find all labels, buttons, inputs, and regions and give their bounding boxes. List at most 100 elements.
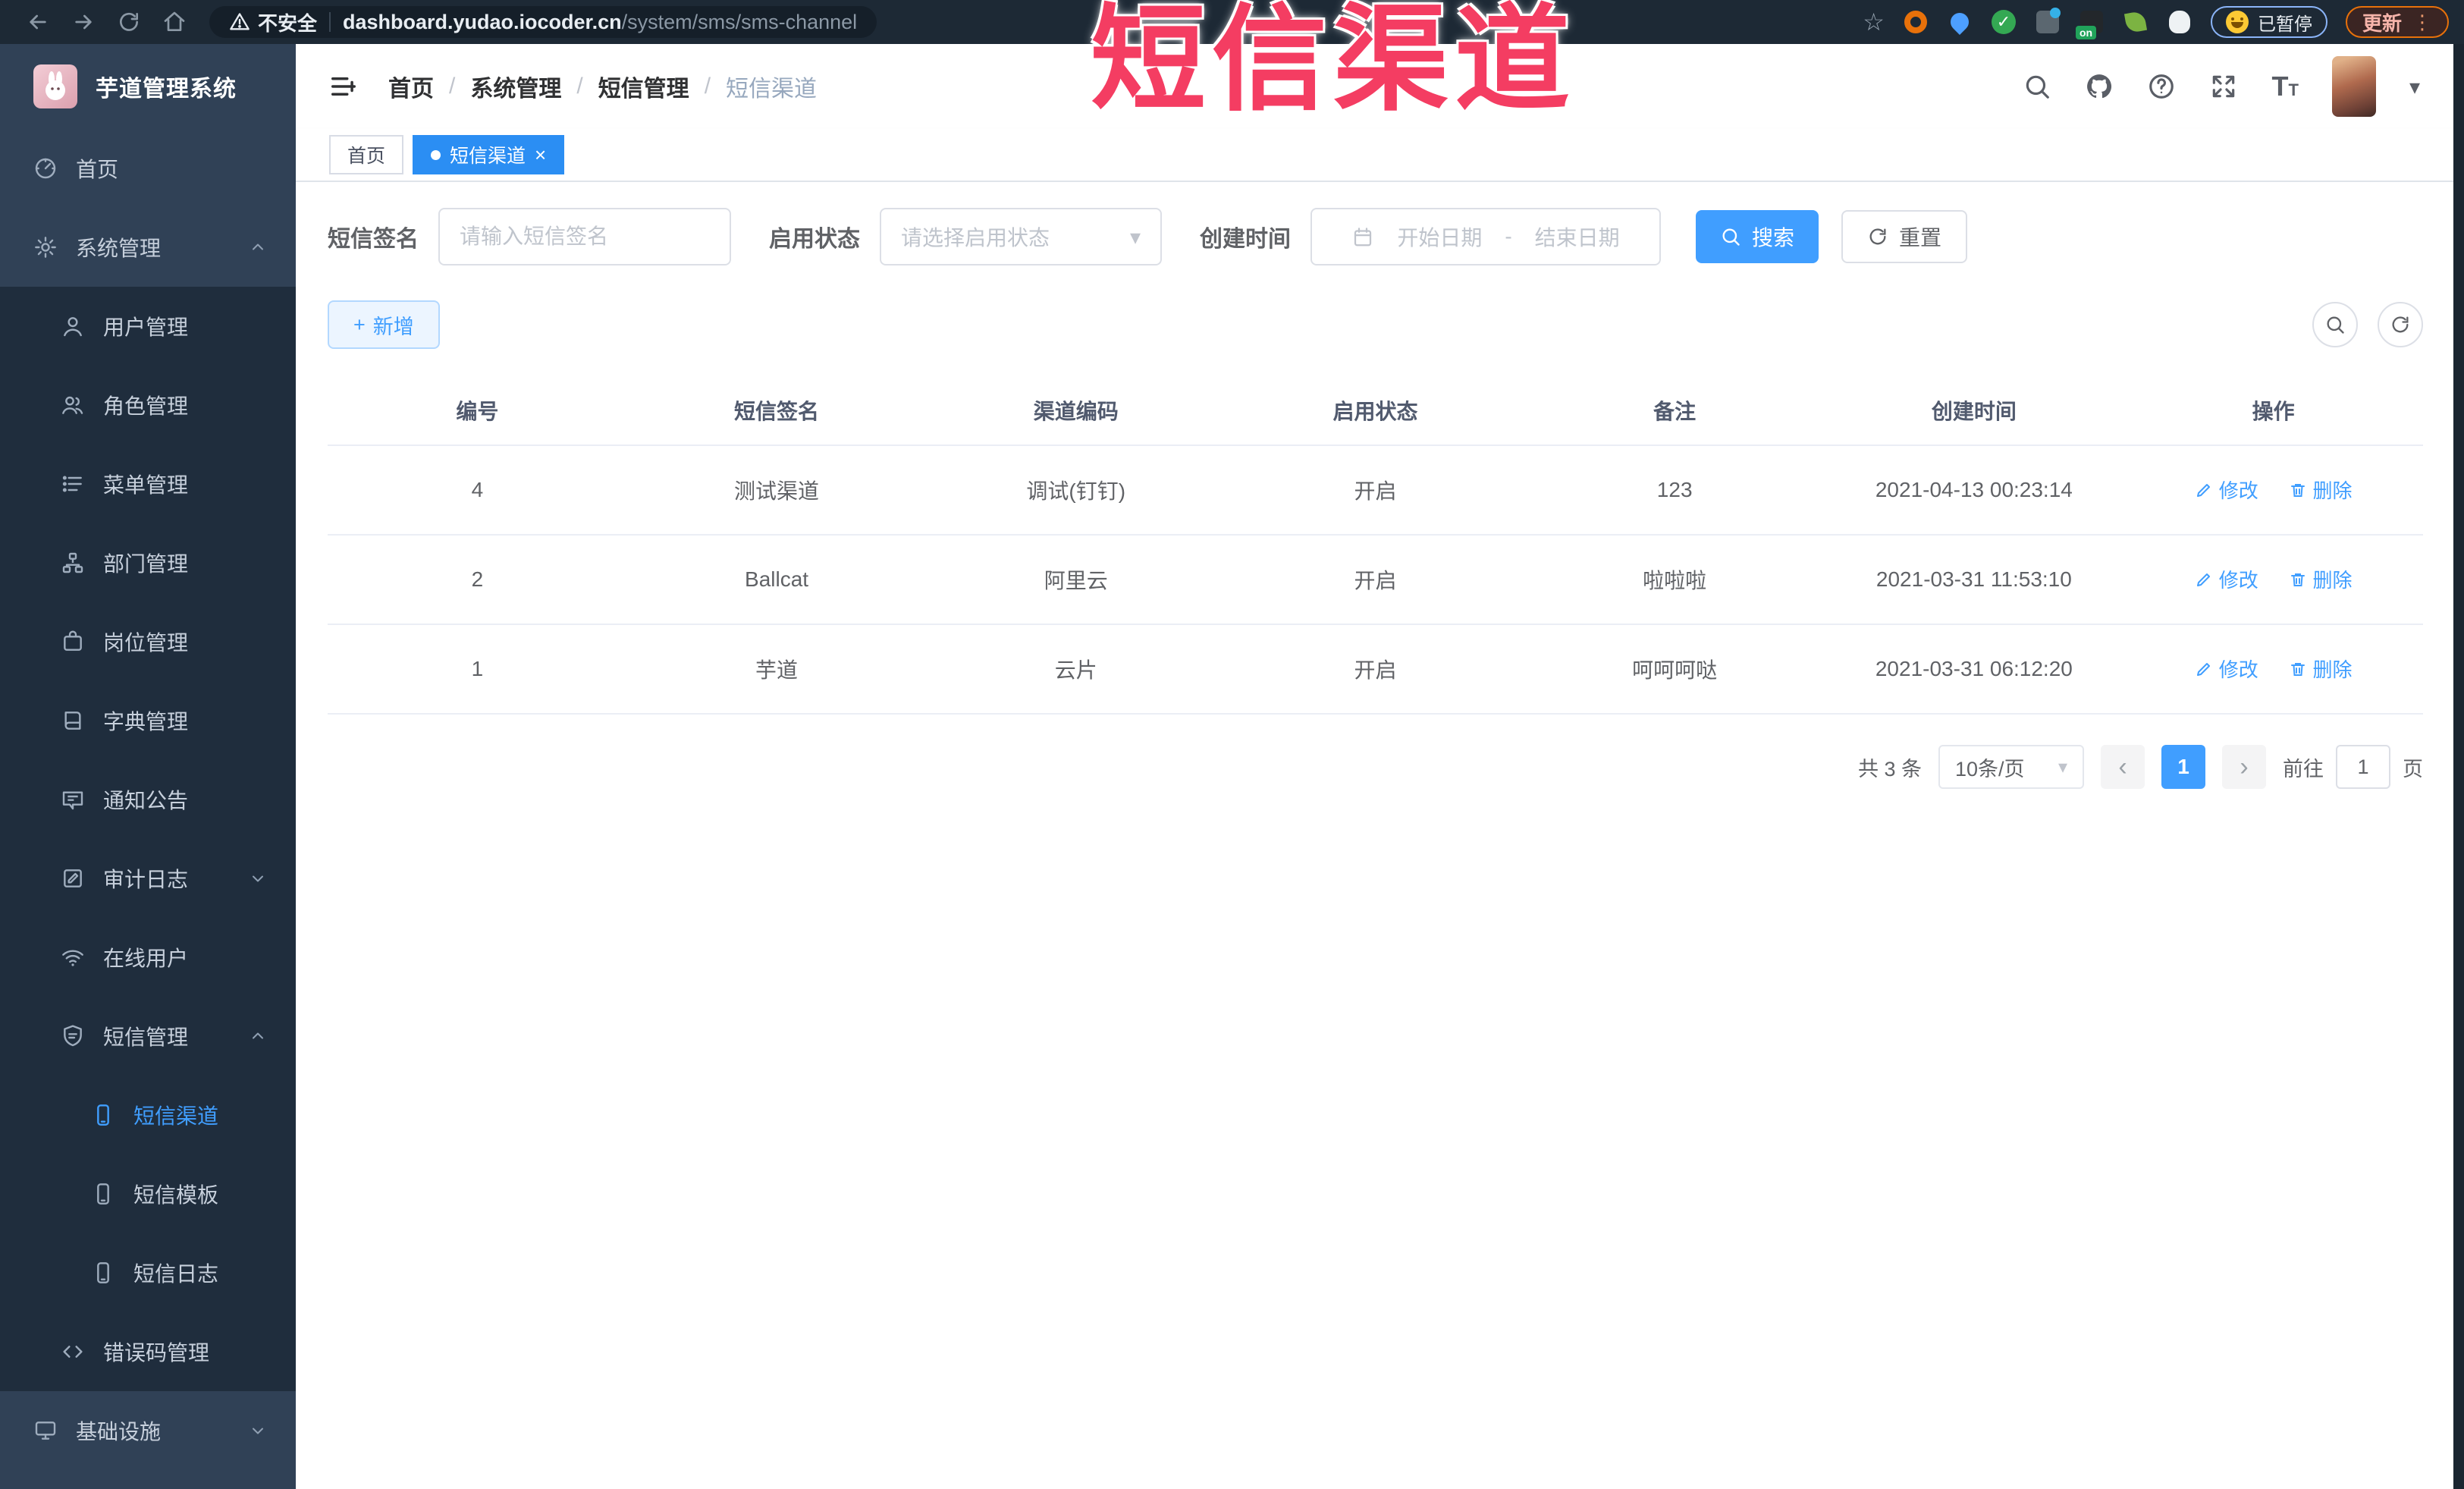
sidebar-item-departments[interactable]: 部门管理 xyxy=(0,523,296,602)
goto-label: 前往 xyxy=(2283,757,2324,781)
extension-green-check-icon[interactable]: ✓ xyxy=(1991,9,2017,35)
extension-blue-pin-icon[interactable] xyxy=(1947,9,1973,35)
breadcrumb-sms[interactable]: 短信管理 xyxy=(598,70,689,103)
sidebar-item-dictionary[interactable]: 字典管理 xyxy=(0,681,296,760)
address-bar[interactable]: 不安全 dashboard.yudao.iocoder.cn/system/sm… xyxy=(209,6,877,38)
tag-home[interactable]: 首页 xyxy=(329,135,404,174)
sidebar-item-home[interactable]: 首页 xyxy=(0,129,296,208)
search-button[interactable]: 搜索 xyxy=(1696,210,1819,263)
cell-code: 调试(钉钉) xyxy=(926,445,1226,536)
reset-button[interactable]: 重置 xyxy=(1841,210,1968,263)
github-icon[interactable] xyxy=(2085,72,2114,101)
refresh-table-button[interactable] xyxy=(2378,302,2423,347)
home-icon[interactable] xyxy=(162,10,187,34)
add-button[interactable]: + 新增 xyxy=(328,300,440,349)
sidebar-item-label: 通知公告 xyxy=(103,789,189,812)
annotation-overlay-title: 短信渠道 xyxy=(1091,0,1576,124)
sidebar-toggle-icon[interactable] xyxy=(329,72,358,101)
tag-sms-channel[interactable]: 短信渠道 × xyxy=(413,135,565,174)
forward-icon[interactable] xyxy=(71,10,96,34)
sidebar-logo-row: 芋道管理系统 xyxy=(0,44,296,129)
help-icon[interactable] xyxy=(2147,72,2176,101)
next-page-button[interactable]: › xyxy=(2222,745,2266,789)
breadcrumb: 首页 / 系统管理 / 短信管理 / 短信渠道 xyxy=(388,70,817,103)
cell-actions: 修改 删除 xyxy=(2123,445,2423,536)
browser-update-button[interactable]: 更新 ⋮ xyxy=(2345,6,2449,38)
cell-remark: 呵呵呵哒 xyxy=(1524,624,1825,715)
fullscreen-icon[interactable] xyxy=(2209,72,2238,101)
back-icon[interactable] xyxy=(26,10,50,34)
sidebar-item-roles[interactable]: 角色管理 xyxy=(0,366,296,445)
security-warning[interactable]: 不安全 xyxy=(229,8,317,36)
trash-icon xyxy=(2290,662,2305,676)
extension-leaf-icon[interactable] xyxy=(2123,9,2149,35)
date-range-picker[interactable]: 开始日期 - 结束日期 xyxy=(1310,208,1661,265)
sidebar-item-sms-management[interactable]: 短信管理 xyxy=(0,997,296,1076)
table-header-row: 编号 短信签名 渠道编码 启用状态 备注 创建时间 操作 xyxy=(328,376,2423,446)
delete-link[interactable]: 删除 xyxy=(2289,655,2353,683)
goto-page-input[interactable] xyxy=(2336,745,2390,789)
extension-columns-icon[interactable] xyxy=(2035,8,2061,35)
close-icon[interactable]: × xyxy=(535,145,546,165)
browser-menu-icon[interactable]: ⋮ xyxy=(2412,11,2432,34)
app-logo xyxy=(33,64,77,108)
profile-paused-pill[interactable]: 已暂停 xyxy=(2210,6,2327,38)
page-size-select[interactable]: 10条/页 ▾ xyxy=(1938,745,2084,789)
gear-icon xyxy=(33,235,58,259)
emoji-avatar-icon xyxy=(2225,11,2249,33)
delete-link[interactable]: 删除 xyxy=(2289,565,2353,593)
page-1-button[interactable]: 1 xyxy=(2161,745,2205,789)
sidebar-item-audit-log[interactable]: 审计日志 xyxy=(0,839,296,918)
page-scrollbar[interactable] xyxy=(2453,44,2464,1489)
main-content: 短信签名 启用状态 请选择启用状态 ▾ 创建时间 开始日期 - 结束日期 搜索 … xyxy=(296,182,2453,1489)
tag-label: 首页 xyxy=(347,146,386,167)
sidebar-menu: 首页 系统管理 用户管理 角色管理 菜单管理 部门管理 岗位管理 字典管理 通知… xyxy=(0,129,296,1470)
extension-dark-icon[interactable]: on xyxy=(2075,9,2105,39)
search-icon[interactable] xyxy=(2023,72,2051,101)
toggle-search-button[interactable] xyxy=(2312,302,2358,347)
chevron-down-icon: ▾ xyxy=(2058,756,2067,777)
sidebar-item-label: 基础设施 xyxy=(76,1420,162,1443)
column-header-actions: 操作 xyxy=(2123,376,2423,446)
status-select[interactable]: 请选择启用状态 ▾ xyxy=(880,208,1162,265)
extension-ghost-icon[interactable] xyxy=(2167,9,2192,35)
sidebar-item-label: 审计日志 xyxy=(103,868,189,891)
sidebar-item-posts[interactable]: 岗位管理 xyxy=(0,602,296,681)
edit-link[interactable]: 修改 xyxy=(2195,655,2258,683)
sidebar-item-label: 短信模板 xyxy=(133,1183,219,1207)
table-toolbar: + 新增 xyxy=(328,300,2423,349)
breadcrumb-home[interactable]: 首页 xyxy=(388,70,434,103)
edit-link[interactable]: 修改 xyxy=(2195,565,2258,593)
sidebar-item-sms-channel[interactable]: 短信渠道 xyxy=(0,1076,296,1154)
user-avatar[interactable] xyxy=(2331,56,2376,117)
url-domain: dashboard.yudao.iocoder.cn xyxy=(343,10,622,33)
bookmark-star-icon[interactable]: ☆ xyxy=(1863,10,1885,34)
sidebar-item-notices[interactable]: 通知公告 xyxy=(0,760,296,839)
sidebar-item-sms-template[interactable]: 短信模板 xyxy=(0,1154,296,1233)
refresh-icon xyxy=(1869,228,1886,245)
url-text: dashboard.yudao.iocoder.cn/system/sms/sm… xyxy=(343,11,857,34)
sidebar-item-system[interactable]: 系统管理 xyxy=(0,208,296,287)
prev-page-button[interactable]: ‹ xyxy=(2101,745,2145,789)
delete-link[interactable]: 删除 xyxy=(2289,476,2353,504)
extension-orange-ring-icon[interactable] xyxy=(1903,9,1929,35)
breadcrumb-system[interactable]: 系统管理 xyxy=(470,70,561,103)
font-size-icon[interactable]: TT xyxy=(2271,73,2298,100)
tag-label: 短信渠道 xyxy=(450,146,526,167)
signature-input[interactable] xyxy=(438,208,731,265)
sidebar-item-menus[interactable]: 菜单管理 xyxy=(0,445,296,523)
sidebar-item-sms-log[interactable]: 短信日志 xyxy=(0,1233,296,1312)
avatar-caret-icon[interactable]: ▾ xyxy=(2409,74,2420,99)
sidebar-item-users[interactable]: 用户管理 xyxy=(0,287,296,366)
reload-icon[interactable] xyxy=(117,10,141,34)
sidebar-item-infrastructure[interactable]: 基础设施 xyxy=(0,1391,296,1470)
sidebar-item-error-codes[interactable]: 错误码管理 xyxy=(0,1312,296,1391)
header-actions: TT ▾ xyxy=(2023,56,2420,117)
calendar-icon xyxy=(1354,228,1372,247)
edit-link[interactable]: 修改 xyxy=(2195,476,2258,504)
time-label: 创建时间 xyxy=(1200,227,1291,252)
url-path: /system/sms/sms-channel xyxy=(621,10,858,33)
page-size-value: 10条/页 xyxy=(1955,757,2025,781)
sidebar-item-online-users[interactable]: 在线用户 xyxy=(0,918,296,997)
sidebar-item-label: 首页 xyxy=(76,158,119,181)
